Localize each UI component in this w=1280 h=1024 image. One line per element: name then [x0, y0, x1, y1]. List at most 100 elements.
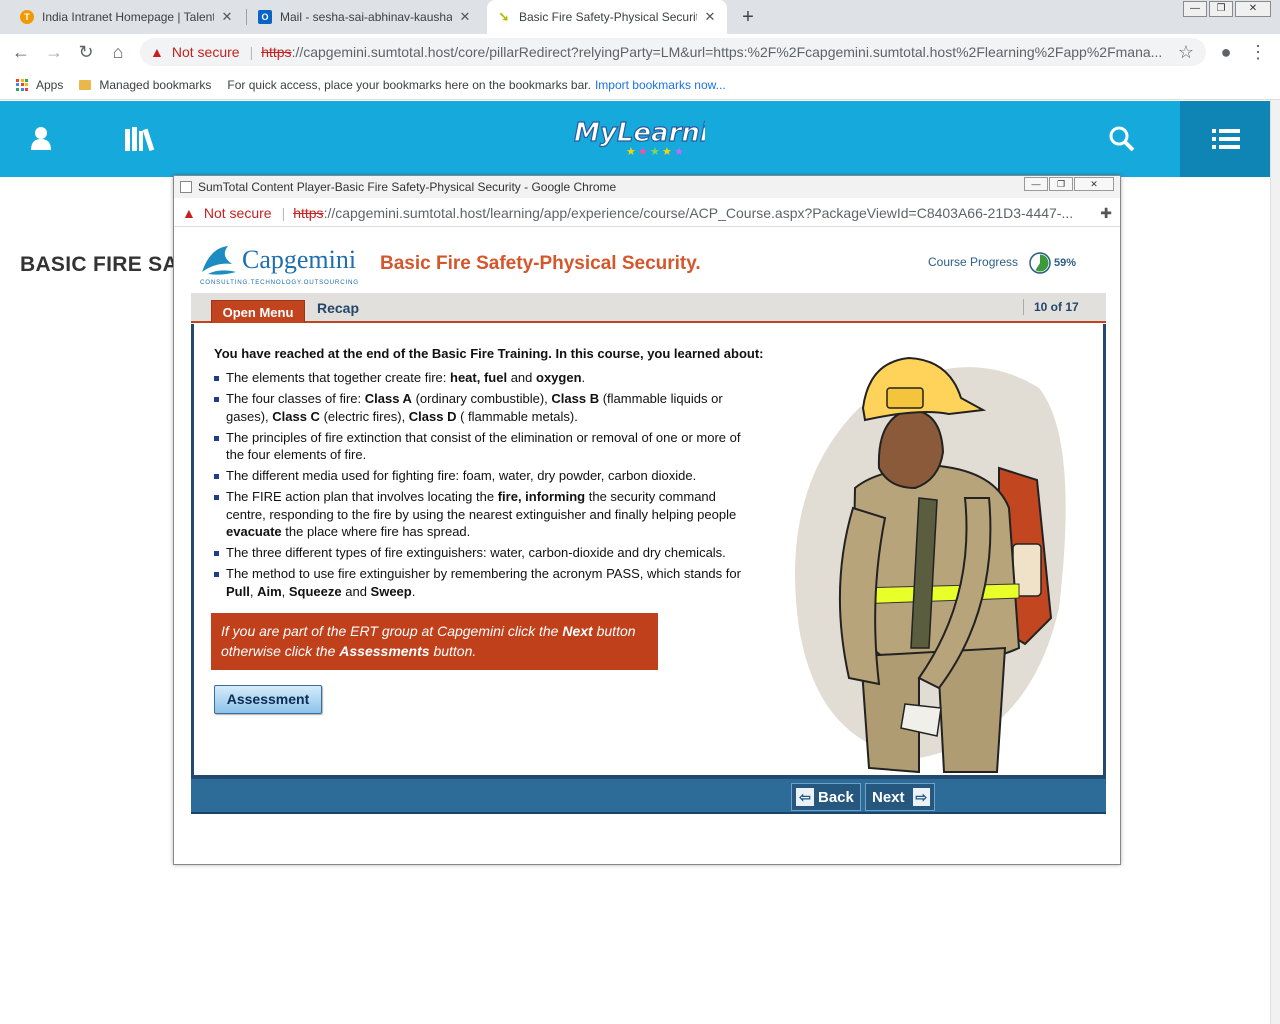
- folder-icon: [79, 79, 92, 90]
- popup-window-title: SumTotal Content Player-Basic Fire Safet…: [198, 180, 617, 194]
- course-menubar: Open Menu Recap 10 of 17: [191, 293, 1106, 323]
- svg-text:★: ★: [650, 146, 660, 157]
- ert-notice: If you are part of the ERT group at Capg…: [211, 613, 658, 670]
- text-segment: .: [411, 583, 416, 599]
- page-scrollbar[interactable]: [1270, 100, 1280, 1024]
- brand-name: Capgemini: [242, 245, 356, 274]
- recap-list-item: The different media used for fighting fi…: [214, 467, 744, 485]
- tab-fire-safety[interactable]: ➘ Basic Fire Safety-Physical Security ✕: [487, 0, 727, 34]
- course-navigation-bar: ⇦ Back Next ⇨: [191, 778, 1106, 814]
- text-segment: (ordinary combustible),: [411, 391, 552, 406]
- home-icon[interactable]: ⌂: [106, 40, 130, 64]
- next-button[interactable]: Next ⇨: [865, 783, 935, 811]
- popup-restore-button[interactable]: ❐: [1049, 177, 1073, 191]
- tab-title: Basic Fire Safety-Physical Security: [519, 10, 697, 24]
- emphasis-text: Class A: [364, 391, 412, 406]
- tab-mail[interactable]: O Mail - sesha-sai-abhinav-kaushal ✕: [248, 0, 482, 34]
- emphasis-text: fire, informing: [497, 489, 586, 504]
- back-arrow-icon[interactable]: ←: [9, 40, 33, 64]
- tab-title: India Intranet Homepage | Talent: [42, 10, 214, 24]
- text-segment: The four classes of fire:: [226, 391, 365, 406]
- text-segment: .: [581, 370, 586, 385]
- library-books-icon[interactable]: [125, 127, 159, 151]
- progress-pie-icon: [1029, 252, 1051, 274]
- profile-icon[interactable]: ●: [1214, 40, 1238, 64]
- bookmark-star-icon[interactable]: ☆: [1174, 40, 1198, 64]
- tab-separator: [246, 9, 247, 25]
- text-segment: If you are part of the ERT group at Capg…: [221, 623, 563, 639]
- svg-text:★: ★: [662, 146, 672, 157]
- text-segment: ,: [281, 583, 289, 599]
- bookmarks-hint: For quick access, place your bookmarks h…: [227, 77, 591, 92]
- popup-address-bar[interactable]: ▲ Not secure | https ://capgemini.sumtot…: [174, 199, 1120, 227]
- brand-tagline: CONSULTING.TECHNOLOGY.OUTSOURCING: [200, 279, 359, 286]
- assessment-button[interactable]: Assessment: [214, 685, 322, 714]
- text-segment: The FIRE action plan that involves locat…: [226, 489, 498, 504]
- import-bookmarks-link[interactable]: Import bookmarks now...: [595, 78, 726, 92]
- emphasis-text: evacuate: [226, 524, 282, 539]
- bookmarks-bar: Apps Managed bookmarks For quick access,…: [0, 70, 1280, 100]
- search-icon[interactable]: [1109, 126, 1135, 152]
- list-menu-button[interactable]: [1180, 101, 1270, 177]
- managed-bookmarks-link[interactable]: Managed bookmarks: [99, 78, 211, 92]
- url-text: ://capgemini.sumtotal.host/learning/app/…: [323, 204, 1074, 221]
- back-button-label: Back: [818, 788, 854, 806]
- minimize-button[interactable]: —: [1183, 1, 1207, 17]
- user-icon[interactable]: [30, 126, 52, 150]
- text-segment: The three different types of fire exting…: [226, 545, 726, 560]
- capgemini-logo: Capgemini CONSULTING.TECHNOLOGY.OUTSOURC…: [200, 245, 359, 286]
- page-title: BASIC FIRE SAI: [20, 253, 185, 276]
- arrow-left-icon: ⇦: [796, 788, 814, 806]
- emphasis-text: Sweep: [370, 583, 412, 599]
- warning-icon: ▲: [182, 204, 196, 221]
- close-window-button[interactable]: ✕: [1235, 1, 1271, 17]
- browser-tab-strip: T India Intranet Homepage | Talent ✕ O M…: [0, 0, 1280, 34]
- recap-intro: You have reached at the end of the Basic…: [214, 346, 764, 361]
- recap-list-item: The three different types of fire exting…: [214, 544, 744, 562]
- reload-icon[interactable]: ↻: [74, 40, 98, 64]
- divider: |: [249, 44, 254, 60]
- text-segment: the place where fire has spread.: [281, 524, 471, 539]
- tab-title: Mail - sesha-sai-abhinav-kaushal: [280, 10, 452, 24]
- apps-grid-icon[interactable]: [16, 78, 28, 91]
- back-button[interactable]: ⇦ Back: [791, 783, 861, 811]
- page-indicator: 10 of 17: [1023, 299, 1079, 315]
- course-progress-label: Course Progress: [928, 255, 1019, 269]
- restore-button[interactable]: ❐: [1209, 1, 1233, 17]
- popup-minimize-button[interactable]: —: [1024, 177, 1048, 191]
- tab-intranet[interactable]: T India Intranet Homepage | Talent ✕: [10, 0, 244, 34]
- forward-arrow-icon[interactable]: →: [42, 40, 66, 64]
- course-title: Basic Fire Safety-Physical Security.: [380, 253, 701, 274]
- browser-toolbar: ← → ↻ ⌂ ▲ Not secure | https ://capgemin…: [0, 34, 1280, 70]
- sumtotal-icon: ➘: [498, 9, 510, 24]
- popup-close-button[interactable]: ✕: [1074, 177, 1114, 191]
- close-icon[interactable]: ✕: [220, 9, 234, 25]
- menu-dots-icon[interactable]: ⋮: [1246, 40, 1270, 64]
- text-segment: The different media used for fighting fi…: [226, 468, 697, 483]
- extension-puzzle-icon[interactable]: ✚: [1100, 205, 1112, 222]
- address-bar[interactable]: ▲ Not secure | https ://capgemini.sumtot…: [140, 38, 1206, 66]
- emphasis-text: Aim: [257, 583, 282, 599]
- close-icon[interactable]: ✕: [703, 9, 717, 25]
- popup-titlebar: SumTotal Content Player-Basic Fire Safet…: [174, 176, 1120, 198]
- recap-list-item: The principles of fire extinction that c…: [214, 429, 744, 464]
- apps-link[interactable]: Apps: [36, 78, 63, 92]
- svg-text:★: ★: [674, 146, 684, 157]
- mylearning-logo[interactable]: MyLearning ★★ ★★ ★: [570, 111, 705, 157]
- arrow-right-icon: ⇨: [912, 788, 930, 806]
- security-label: Not secure: [203, 204, 272, 221]
- section-title: Recap: [317, 300, 360, 316]
- url-text: ://capgemini.sumtotal.host/core/pillarRe…: [291, 44, 1163, 60]
- recap-list: The elements that together create fire: …: [214, 369, 744, 604]
- emphasis-text: oxygen: [536, 370, 582, 385]
- svg-text:★: ★: [638, 146, 648, 157]
- close-icon[interactable]: ✕: [458, 9, 472, 25]
- emphasis-text: heat, fuel: [450, 370, 508, 385]
- new-tab-button[interactable]: +: [737, 6, 759, 29]
- logo-text: MyLearning: [574, 118, 705, 148]
- url-scheme: https: [261, 44, 292, 60]
- text-segment: ,: [249, 583, 258, 599]
- text-segment: (electric fires),: [319, 408, 409, 424]
- emphasis-text: Class B: [551, 391, 600, 406]
- open-menu-button[interactable]: Open Menu: [211, 300, 305, 323]
